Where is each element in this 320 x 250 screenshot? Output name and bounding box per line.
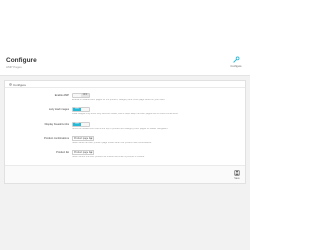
gear-icon — [9, 83, 12, 86]
lazy-load-images-label: Lazy load images — [48, 108, 69, 111]
lazy-load-images-help: Load images only when they become visibl… — [72, 113, 179, 115]
wrench-icon — [233, 56, 240, 63]
configure-panel: Configure Enable AMP OFF Enable or disab… — [4, 80, 246, 184]
save-button[interactable]: Save — [232, 170, 242, 181]
chevron-down-icon — [90, 152, 92, 154]
display-breadcrumbs-help: Show the breadcrumb trail at the top of … — [72, 128, 169, 130]
display-breadcrumbs-label: Display breadcrumbs — [44, 123, 69, 126]
lazy-load-images-toggle-state: ON — [73, 108, 81, 111]
product-combinations-select[interactable]: Product page link — [72, 136, 94, 141]
breadcrumb: AMP Pages — [6, 65, 22, 69]
product-list-select[interactable]: Product page link — [72, 150, 94, 155]
display-breadcrumbs-toggle-state: ON — [73, 123, 81, 126]
enable-amp-label: Enable AMP — [54, 94, 69, 97]
enable-amp-toggle[interactable]: OFF — [72, 93, 90, 98]
lazy-load-images-toggle[interactable]: ON — [72, 107, 90, 112]
floppy-disk-icon — [234, 170, 240, 176]
enable-amp-help: Enable or disable AMP pages for the prod… — [72, 99, 166, 101]
product-list-help: Select where the AMP product list should… — [72, 156, 145, 158]
save-label: Save — [234, 177, 240, 180]
display-breadcrumbs-toggle[interactable]: ON — [72, 122, 90, 127]
enable-amp-toggle-state: OFF — [81, 94, 89, 97]
page-header: Configure AMP Pages Configure — [0, 0, 250, 76]
product-list-label: Product list — [56, 151, 69, 154]
product-combinations-help: Select what the AMP product page shows w… — [72, 142, 152, 144]
page-title: Configure — [6, 57, 37, 64]
product-combinations-label: Product combinations — [44, 137, 69, 140]
chevron-down-icon — [90, 138, 92, 140]
panel-footer — [5, 165, 245, 183]
panel-heading: Configure — [5, 81, 245, 88]
configure-label: Configure — [230, 65, 242, 68]
panel-heading-title: Configure — [13, 82, 27, 87]
main-content: Configure Enable AMP OFF Enable or disab… — [0, 76, 250, 250]
configure-button[interactable]: Configure — [227, 55, 245, 71]
